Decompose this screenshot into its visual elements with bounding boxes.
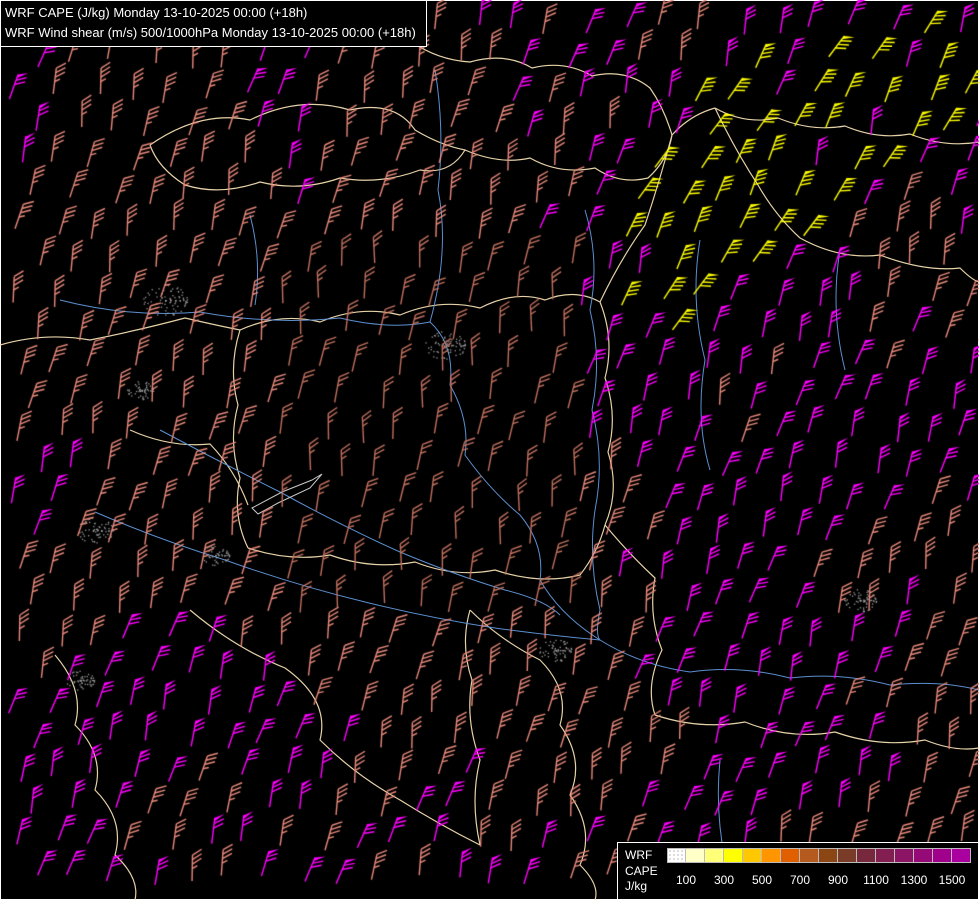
legend-color-swatches: [667, 848, 971, 863]
cape-legend: WRF CAPE J/kg 100 300 500 700 900 1100 1300 150…: [617, 842, 979, 900]
legend-swatch: [914, 848, 933, 863]
legend-tick-label: 300: [714, 873, 734, 887]
weather-map: WRF CAPE (J/kg) Monday 13-10-2025 00:00 …: [0, 0, 979, 900]
legend-swatch: [819, 848, 838, 863]
map-title-box: WRF CAPE (J/kg) Monday 13-10-2025 00:00 …: [0, 0, 427, 47]
legend-swatch: [857, 848, 876, 863]
legend-tick-label: 1300: [901, 873, 928, 887]
legend-tick-labels: 100 300 500 700 900 1100 1300 1500: [667, 873, 971, 888]
legend-tick-label: 500: [752, 873, 772, 887]
legend-tick-label: 700: [790, 873, 810, 887]
legend-unit-label: J/kg: [625, 879, 659, 895]
legend-model-label: WRF: [625, 848, 659, 864]
legend-swatch: [667, 848, 686, 863]
title-line-cape: WRF CAPE (J/kg) Monday 13-10-2025 00:00 …: [5, 3, 416, 23]
legend-swatch: [781, 848, 800, 863]
legend-swatch: [952, 848, 971, 863]
legend-swatch: [876, 848, 895, 863]
legend-swatch: [933, 848, 952, 863]
legend-tick-label: 900: [828, 873, 848, 887]
legend-swatch: [800, 848, 819, 863]
legend-swatch: [743, 848, 762, 863]
legend-swatch: [724, 848, 743, 863]
legend-swatch: [686, 848, 705, 863]
legend-param-label: CAPE: [625, 864, 659, 880]
legend-label-column: WRF CAPE J/kg: [625, 848, 659, 895]
legend-swatch: [895, 848, 914, 863]
title-line-shear: WRF Wind shear (m/s) 500/1000hPa Monday …: [5, 23, 416, 43]
legend-tick-label: 1500: [939, 873, 966, 887]
legend-scale: 100 300 500 700 900 1100 1300 1500: [667, 848, 971, 888]
wind-barb-layer: [0, 0, 979, 900]
legend-swatch: [762, 848, 781, 863]
legend-swatch: [705, 848, 724, 863]
legend-tick-label: 100: [676, 873, 696, 887]
legend-swatch: [838, 848, 857, 863]
legend-tick-label: 1100: [863, 873, 889, 887]
